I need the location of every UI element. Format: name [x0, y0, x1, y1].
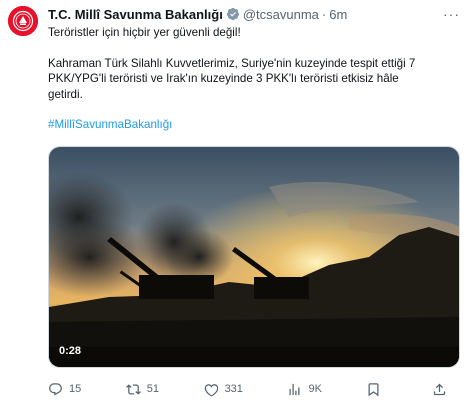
video-thumbnail — [49, 146, 459, 367]
tweet-timestamp[interactable]: 6m — [329, 7, 347, 22]
reply-icon — [49, 382, 62, 396]
retweet-button[interactable]: 51 — [125, 382, 160, 397]
author-avatar[interactable] — [8, 6, 38, 36]
tweet-text-line: getirdi. — [48, 87, 83, 101]
bookmark-icon — [368, 382, 379, 396]
tweet-paragraph: Kahraman Türk Silahlı Kuvvetlerimiz, Sur… — [48, 56, 460, 103]
views-icon — [289, 383, 300, 395]
author-name[interactable]: T.C. Millî Savunma Bakanlığı — [48, 7, 223, 22]
like-count: 331 — [224, 383, 243, 395]
hashtag-link[interactable]: #MillîSavunmaBakanlığı — [48, 117, 460, 133]
share-button[interactable] — [432, 382, 453, 397]
ministry-emblem-icon — [8, 6, 38, 36]
more-options-button[interactable]: ··· — [443, 6, 460, 22]
retweet-icon — [125, 383, 141, 395]
verified-badge-icon — [226, 7, 239, 21]
tweet-content: T.C. Millî Savunma Bakanlığı @tcsavunma … — [48, 4, 460, 397]
tweet-actions: 15 51 331 9K — [48, 382, 453, 397]
tweet-text-line: PKK/YPG'li teröristi ve Irak'ın kuzeyind… — [48, 72, 399, 85]
tweet-text-line: Kahraman Türk Silahlı Kuvvetlerimiz, Sur… — [48, 56, 416, 70]
video-player[interactable]: 0:28 — [48, 145, 460, 368]
views-count: 9K — [308, 383, 322, 395]
bookmark-button[interactable] — [366, 382, 387, 397]
retweet-count: 51 — [146, 383, 160, 395]
separator-dot: · — [321, 6, 327, 22]
reply-button[interactable]: 15 — [48, 382, 81, 397]
like-icon — [204, 383, 218, 397]
tweet-header: T.C. Millî Savunma Bakanlığı @tcsavunma … — [48, 4, 460, 24]
tweet-text-line: Teröristler için hiçbir yer güvenli deği… — [48, 26, 241, 39]
views-button[interactable]: 9K — [287, 382, 322, 397]
reply-count: 15 — [69, 383, 82, 395]
share-icon — [433, 383, 446, 395]
video-duration: 0:28 — [59, 344, 82, 357]
author-handle[interactable]: @tcsavunma — [243, 7, 319, 22]
like-button[interactable]: 331 — [204, 382, 243, 397]
